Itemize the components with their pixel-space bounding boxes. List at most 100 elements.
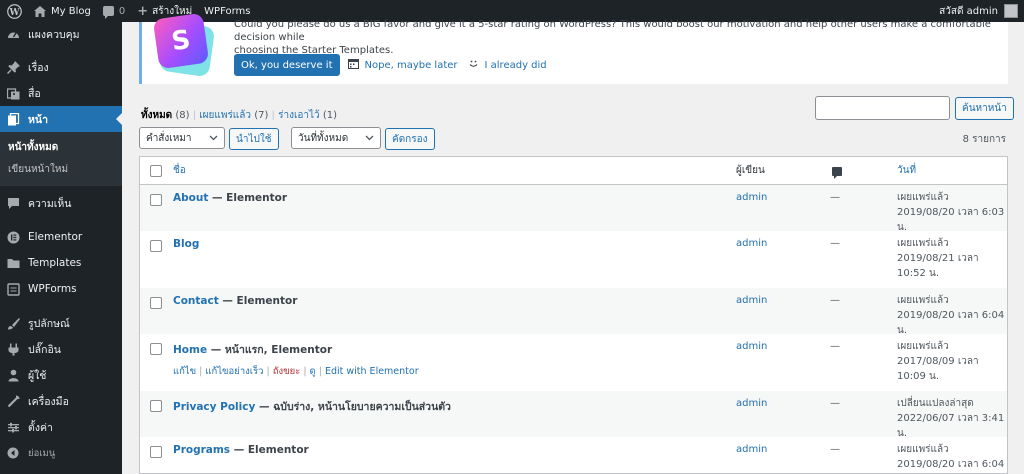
maybe-later-link[interactable]: Nope, maybe later <box>347 58 458 72</box>
menu-item-wpforms[interactable]: WPForms <box>0 276 122 302</box>
dashboard-icon <box>6 27 20 41</box>
quick-edit-link[interactable]: แก้ไขอย่างเร็ว <box>205 366 263 377</box>
menu-label: ความเห็น <box>28 197 72 210</box>
filter-all[interactable]: ทั้งหมด <box>141 110 172 121</box>
post-status: เปลี่ยนแปลงล่าสุด <box>897 398 974 409</box>
menu-item-dashboard[interactable]: แผงควบคุม <box>0 22 122 46</box>
page-title-link[interactable]: Privacy Policy <box>173 401 255 413</box>
table-row: Blog admin — เผยแพร่แล้ว 2019/08/21 เวลา… <box>140 231 1007 288</box>
filter-button[interactable]: คัดกรอง <box>385 128 435 150</box>
comment-icon <box>102 6 114 19</box>
folder-icon <box>6 256 20 270</box>
menu-item-templates[interactable]: Templates <box>0 250 122 276</box>
menu-item-appearance[interactable]: รูปลักษณ์ <box>0 310 122 336</box>
chevron-down-icon <box>209 133 218 145</box>
menu-item-pages[interactable]: หน้า <box>0 106 122 132</box>
ok-deserve-it-button[interactable]: Ok, you deserve it <box>234 54 340 76</box>
submenu-add-new-page[interactable]: เขียนหน้าใหม่ <box>0 158 122 180</box>
filter-drafts[interactable]: ร่างเอาไว้ <box>278 110 320 121</box>
page-title-link[interactable]: Home <box>173 344 207 356</box>
author-link[interactable]: admin <box>736 444 767 455</box>
wpforms-label: WPForms <box>204 5 251 17</box>
page-state: — Elementor <box>208 192 288 204</box>
post-status: เผยแพร่แล้ว <box>897 444 949 455</box>
pages-icon <box>6 112 20 126</box>
already-did-link[interactable]: I already did <box>468 58 547 72</box>
select-all-checkbox[interactable] <box>150 165 162 177</box>
row-actions: แก้ไข | แก้ไขอย่างเร็ว | ถังขยะ | ดู | E… <box>173 366 419 377</box>
view-link[interactable]: ดู <box>310 366 316 377</box>
menu-item-users[interactable]: ผู้ใช้ <box>0 362 122 388</box>
date-filter-select[interactable]: วันที่ทั้งหมด <box>291 127 381 149</box>
apply-button[interactable]: นำไปใช้ <box>229 128 279 150</box>
home-icon <box>34 5 46 17</box>
main-content: S Could you please do us a BIG favor and… <box>122 12 1024 474</box>
menu-label: ผู้ใช้ <box>28 369 47 382</box>
comments-link[interactable]: 0 <box>97 0 131 22</box>
menu-label: ปลั๊กอิน <box>28 343 61 356</box>
table-row: About — Elementor admin — เผยแพร่แล้ว 20… <box>140 185 1007 233</box>
row-checkbox[interactable] <box>150 240 162 252</box>
column-title-header[interactable]: ชื่อ <box>173 163 186 178</box>
post-date: 2017/08/09 เวลา 10:09 น. <box>897 356 979 382</box>
date-filter-value: วันที่ทั้งหมด <box>298 132 349 144</box>
row-checkbox[interactable] <box>150 400 162 412</box>
svg-text:W: W <box>8 7 20 17</box>
edit-with-elementor-link[interactable]: Edit with Elementor <box>325 366 419 377</box>
appearance-icon <box>6 316 20 330</box>
post-status: เผยแพร่แล้ว <box>897 341 949 352</box>
comments-count: — <box>830 444 840 455</box>
row-checkbox[interactable] <box>150 297 162 309</box>
search-input[interactable] <box>815 96 950 120</box>
submenu-all-pages[interactable]: หน้าทั้งหมด <box>0 136 122 158</box>
author-link[interactable]: admin <box>736 295 767 306</box>
notice-line-1: Could you please do us a BIG favor and g… <box>234 19 991 43</box>
site-name-link[interactable]: My Blog <box>28 0 97 22</box>
menu-item-tools[interactable]: เครื่องมือ <box>0 388 122 414</box>
page-title-link[interactable]: Contact <box>173 295 219 307</box>
settings-icon <box>6 420 20 434</box>
page-title-link[interactable]: Programs <box>173 444 230 456</box>
search-pages-button[interactable]: ค้นหาหน้า <box>955 97 1014 120</box>
notice-actions: Ok, you deserve it Nope, maybe later I a… <box>234 54 547 76</box>
row-checkbox[interactable] <box>150 446 162 458</box>
bulk-action-select[interactable]: คำสั่งเหมา <box>139 127 225 149</box>
comments-count: — <box>830 295 840 306</box>
pages-submenu: หน้าทั้งหมด เขียนหน้าใหม่ <box>0 132 122 186</box>
collapse-menu-button[interactable]: ย่อเมนู <box>0 440 122 466</box>
menu-item-media[interactable]: สื่อ <box>0 80 122 106</box>
menu-item-comments[interactable]: ความเห็น <box>0 190 122 216</box>
post-date: 2019/08/21 เวลา 10:52 น. <box>897 253 979 279</box>
wordpress-logo-icon[interactable]: W <box>0 0 28 22</box>
page-title-link[interactable]: Blog <box>173 238 199 250</box>
smiley-icon <box>468 58 479 72</box>
greeting: สวัสดี admin <box>939 5 998 17</box>
chevron-down-icon <box>365 133 374 145</box>
row-checkbox[interactable] <box>150 194 162 206</box>
menu-label: ตั้งค่า <box>28 421 53 434</box>
menu-item-settings[interactable]: ตั้งค่า <box>0 414 122 440</box>
users-icon <box>6 368 20 382</box>
page-title-link[interactable]: About <box>173 192 208 204</box>
author-link[interactable]: admin <box>736 398 767 409</box>
filter-published[interactable]: เผยแพร่แล้ว <box>199 110 251 121</box>
trash-link[interactable]: ถังขยะ <box>273 366 301 377</box>
row-checkbox[interactable] <box>150 343 162 355</box>
page-state: — Elementor <box>218 295 298 307</box>
comments-column-icon[interactable] <box>832 167 842 179</box>
author-link[interactable]: admin <box>736 192 767 203</box>
author-link[interactable]: admin <box>736 341 767 352</box>
all-count: (8) <box>175 110 190 121</box>
menu-item-posts[interactable]: เรื่อง <box>0 54 122 80</box>
comments-count: — <box>830 238 840 249</box>
avatar <box>1004 4 1018 18</box>
menu-item-plugins[interactable]: ปลั๊กอิน <box>0 336 122 362</box>
column-date-header[interactable]: วันที่ <box>897 163 916 178</box>
menu-label: เครื่องมือ <box>28 395 69 408</box>
author-link[interactable]: admin <box>736 238 767 249</box>
post-date: 2019/08/20 เวลา 6:04 น. <box>897 459 1005 470</box>
menu-item-elementor[interactable]: Elementor <box>0 224 122 250</box>
maybe-later-label: Nope, maybe later <box>364 59 458 71</box>
menu-label: หน้า <box>28 113 48 126</box>
edit-link[interactable]: แก้ไข <box>173 366 196 377</box>
